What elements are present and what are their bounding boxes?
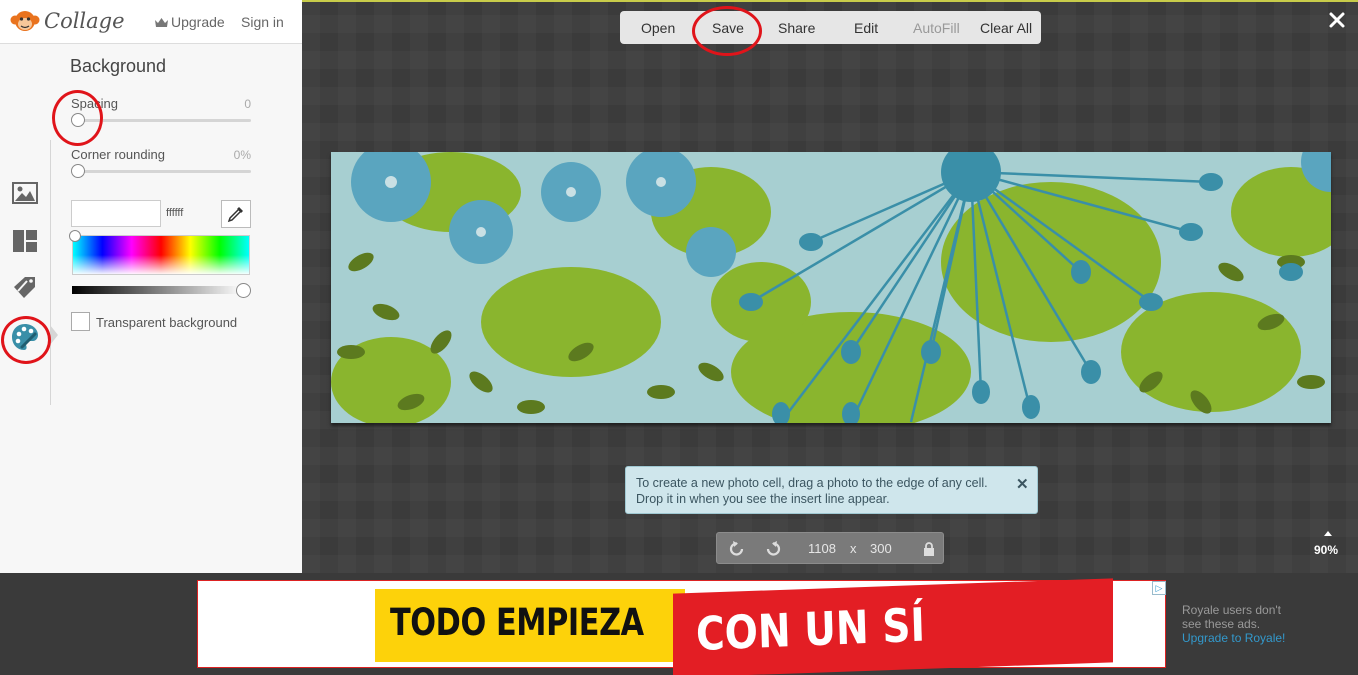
layout-icon — [13, 230, 37, 252]
autofill-button[interactable]: AutoFill — [913, 20, 960, 36]
clear-all-button[interactable]: Clear All — [980, 20, 1032, 36]
collage-canvas[interactable] — [331, 152, 1331, 423]
rail-photos[interactable] — [10, 178, 40, 208]
crown-icon — [155, 17, 168, 27]
spectrum-handle[interactable] — [69, 230, 81, 242]
ad-banner[interactable]: TODO EMPIEZA CON UN SÍ ▷ — [197, 578, 1166, 675]
zoom-up-icon[interactable] — [1324, 531, 1332, 536]
color-swatch-input[interactable] — [71, 200, 161, 227]
brightness-handle[interactable] — [236, 283, 251, 298]
royale-note: Royale users don't see these ads. Upgrad… — [1182, 603, 1292, 645]
spacing-slider-track[interactable] — [78, 119, 251, 122]
rail-stickers[interactable] — [10, 273, 40, 303]
tip-text: To create a new photo cell, drag a photo… — [636, 476, 988, 506]
width-value[interactable]: 1108 — [808, 541, 836, 556]
adchoices-icon[interactable]: ▷ — [1152, 581, 1166, 595]
left-panel: Collage Upgrade Sign in Background Spaci… — [0, 0, 302, 573]
rail-divider — [50, 140, 51, 405]
logo[interactable]: Collage — [10, 8, 125, 34]
redo-icon[interactable] — [763, 539, 783, 559]
corner-value: 0% — [233, 148, 251, 162]
rail-background[interactable] — [10, 322, 40, 352]
close-icon[interactable] — [1328, 11, 1346, 29]
tip-banner: To create a new photo cell, drag a photo… — [625, 466, 1038, 514]
topbar: Collage Upgrade Sign in — [0, 0, 302, 44]
ad-text-line2: CON UN SÍ — [695, 597, 926, 661]
monkey-logo-icon — [10, 11, 40, 31]
transparent-checkbox[interactable] — [71, 312, 90, 331]
spacing-slider-handle[interactable] — [71, 113, 85, 127]
floral-pattern-image — [331, 152, 1331, 423]
lock-icon[interactable] — [923, 542, 935, 556]
palette-icon — [12, 324, 38, 350]
size-bar: 1108 x 300 — [716, 532, 944, 564]
signin-link[interactable]: Sign in — [241, 14, 284, 30]
tip-close-icon[interactable]: ✕ — [1016, 475, 1029, 493]
height-value[interactable]: 300 — [870, 541, 892, 556]
color-spectrum[interactable] — [72, 235, 250, 275]
zoom-level[interactable]: 90% — [1314, 543, 1338, 557]
transparent-label: Transparent background — [96, 315, 238, 330]
rail-active-arrow — [50, 325, 58, 345]
size-separator: x — [850, 541, 857, 556]
upgrade-link[interactable]: Upgrade — [155, 14, 225, 30]
spacing-label: Spacing — [71, 96, 118, 111]
brightness-slider[interactable] — [72, 286, 244, 294]
spacing-value: 0 — [244, 97, 251, 111]
top-toolbar: Open Save Share Edit AutoFill Clear All — [620, 11, 1041, 44]
logo-text: Collage — [44, 9, 125, 33]
edit-button[interactable]: Edit — [854, 20, 878, 36]
icon-rail — [0, 44, 52, 573]
top-strip — [302, 0, 1358, 2]
ad-text-line1: TODO EMPIEZA — [390, 601, 644, 644]
upgrade-royale-link[interactable]: Upgrade to Royale! — [1182, 631, 1292, 645]
corner-label: Corner rounding — [71, 147, 165, 162]
share-button[interactable]: Share — [778, 20, 815, 36]
rail-layouts[interactable] — [10, 226, 40, 256]
color-hex-value: ffffff — [166, 207, 184, 219]
open-button[interactable]: Open — [641, 20, 675, 36]
upgrade-label: Upgrade — [171, 14, 225, 30]
panel-title: Background — [70, 56, 167, 76]
stickers-icon — [14, 277, 35, 298]
save-button[interactable]: Save — [712, 20, 744, 36]
corner-slider-track[interactable] — [78, 170, 251, 173]
royale-note-text: Royale users don't see these ads. — [1182, 603, 1282, 631]
eyedropper-button[interactable] — [221, 200, 251, 228]
image-icon — [12, 182, 38, 204]
eyedropper-icon — [227, 207, 243, 223]
undo-icon[interactable] — [727, 539, 747, 559]
corner-slider-handle[interactable] — [71, 164, 85, 178]
